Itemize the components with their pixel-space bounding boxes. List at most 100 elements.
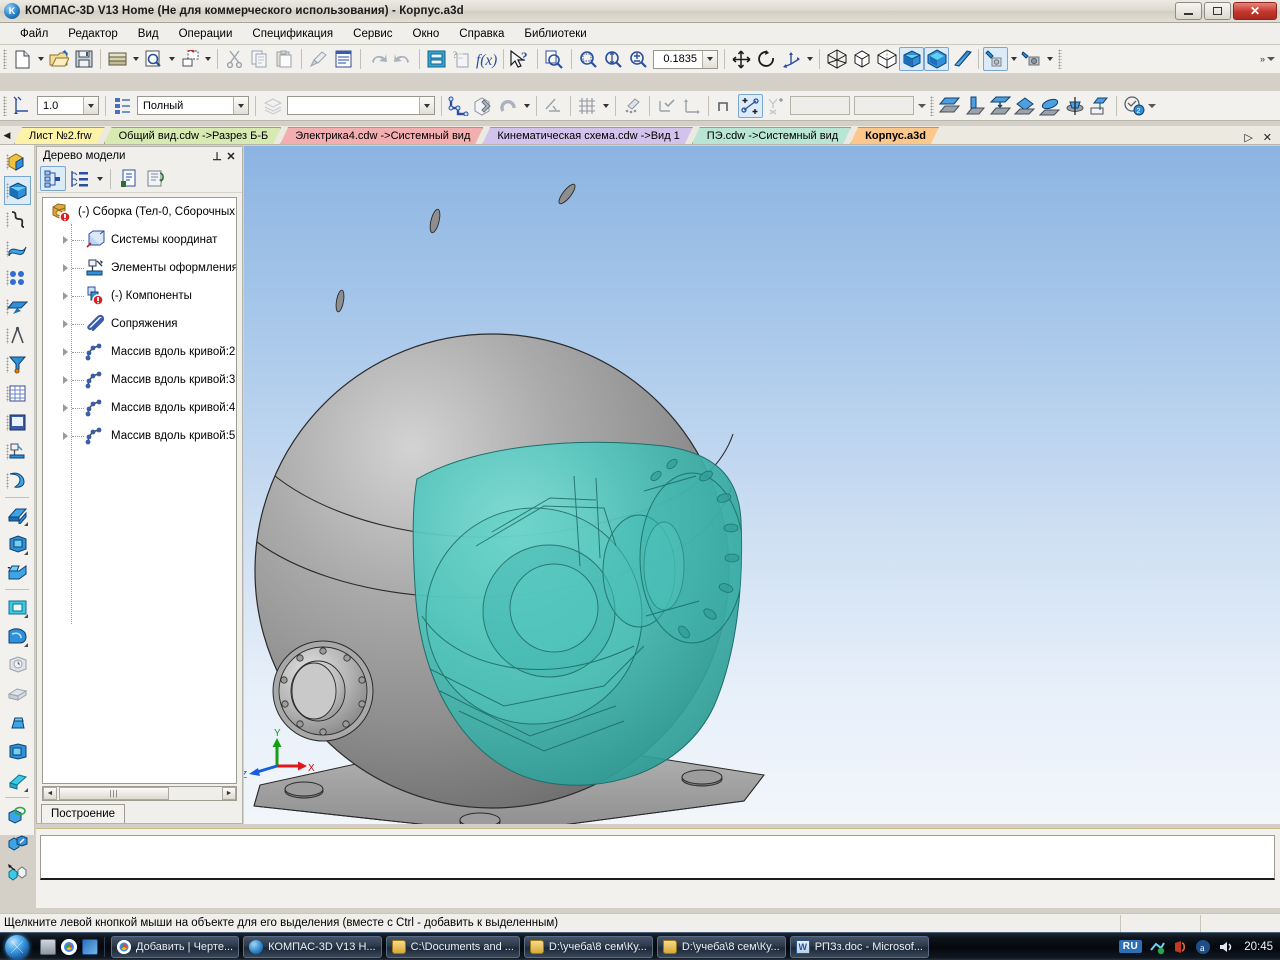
menu-help[interactable]: Справка (449, 26, 514, 42)
variables-button[interactable]: ? (449, 47, 474, 71)
save-document-button[interactable] (71, 47, 96, 71)
filters-button[interactable] (4, 350, 31, 379)
geometry-spin[interactable] (1146, 94, 1157, 118)
print-preview-dropdown[interactable] (166, 47, 177, 71)
points-button[interactable] (4, 263, 31, 292)
toolbar-spin-down[interactable] (1265, 47, 1276, 71)
parallel-button[interactable] (541, 94, 566, 118)
send-document-dropdown[interactable] (202, 47, 213, 71)
axis-revolution-button[interactable] (1062, 94, 1087, 118)
wireframe-button[interactable] (824, 47, 849, 71)
send-document-button[interactable] (177, 47, 202, 71)
tab-close-button[interactable]: ✕ (1263, 131, 1272, 144)
layers-button[interactable] (110, 94, 135, 118)
maximize-button[interactable] (1204, 2, 1231, 20)
thin-wall-button[interactable] (4, 737, 31, 766)
current-state-spin[interactable] (916, 94, 927, 118)
tree-structure-button[interactable] (40, 166, 66, 191)
model-tree-list[interactable]: (-) Сборка (Тел-0, Сборочных Системы коо… (42, 197, 237, 784)
media-player-icon[interactable] (82, 938, 98, 955)
close-icon[interactable]: ✕ (224, 150, 238, 163)
pan-button[interactable] (729, 47, 754, 71)
style-combo[interactable] (287, 96, 435, 115)
start-button[interactable] (2, 934, 32, 960)
menu-file[interactable]: Файл (10, 26, 58, 42)
report-button[interactable] (4, 408, 31, 437)
tab-scroll-prev[interactable]: ◀ (0, 127, 14, 144)
hidden-lines-button[interactable] (874, 47, 899, 71)
extra-field-1[interactable] (790, 96, 850, 115)
detail-level-combo[interactable]: Полный (137, 96, 249, 115)
menu-operations[interactable]: Операции (169, 26, 243, 42)
grid-dropdown[interactable] (600, 94, 611, 118)
apply-button[interactable] (654, 94, 679, 118)
rib-button[interactable] (4, 679, 31, 708)
open-document-button[interactable] (46, 47, 71, 71)
loft-button[interactable] (4, 558, 31, 587)
mirror-button[interactable] (4, 800, 31, 829)
auxiliary-geometry-button[interactable] (4, 292, 31, 321)
local-coordinate-system-button[interactable]: 2 (1121, 94, 1146, 118)
zoom-scale-button[interactable] (601, 47, 626, 71)
revolve-button[interactable] (4, 529, 31, 558)
zoom-to-fit-button[interactable] (542, 47, 567, 71)
zoom-window-button[interactable] (576, 47, 601, 71)
spatial-curves-button[interactable] (4, 205, 31, 234)
edit-part-button[interactable] (4, 147, 31, 176)
measurements-button[interactable] (4, 321, 31, 350)
tree-node-assembly[interactable]: (-) Сборка (Тел-0, Сборочных (43, 198, 236, 226)
lighting-dropdown[interactable] (1008, 47, 1019, 71)
print-preview-button[interactable] (141, 47, 166, 71)
step-value-combo[interactable]: 1.0 (37, 96, 99, 115)
rotate-button[interactable] (754, 47, 779, 71)
context-help-button[interactable]: ? (508, 47, 533, 71)
layers-stack-button[interactable] (260, 94, 285, 118)
adobe-icon[interactable]: a (1195, 939, 1211, 955)
show-desktop-icon[interactable] (40, 938, 56, 955)
pattern-button[interactable] (4, 829, 31, 858)
tree-relations-button[interactable] (143, 166, 169, 191)
zoom-scale-combo[interactable]: 0.1835 (653, 49, 718, 69)
network-icon[interactable] (1149, 939, 1166, 955)
menu-specification[interactable]: Спецификация (242, 26, 343, 42)
grid-button[interactable] (575, 94, 600, 118)
axis-edge-button[interactable] (1037, 94, 1062, 118)
pin-icon[interactable]: ⊥ (210, 150, 224, 163)
menu-editor[interactable]: Редактор (58, 26, 128, 42)
volume-icon[interactable] (1218, 939, 1234, 955)
new-document-button[interactable] (10, 47, 35, 71)
close-button[interactable]: ✕ (1233, 2, 1277, 20)
tree-display-dropdown[interactable] (94, 167, 105, 191)
scroll-thumb[interactable]: ||| (59, 787, 169, 800)
cut-button[interactable] (222, 47, 247, 71)
extrude-button[interactable] (4, 500, 31, 529)
lighting-button[interactable] (983, 47, 1008, 71)
orientation-dropdown[interactable] (804, 47, 815, 71)
model-3d-viewport[interactable]: Y X Z (244, 146, 1280, 824)
draft-button[interactable] (4, 708, 31, 737)
snap-dropdown[interactable] (521, 94, 532, 118)
surfaces-button[interactable] (4, 234, 31, 263)
snap-button[interactable] (496, 94, 521, 118)
orientation-button[interactable] (779, 47, 804, 71)
scroll-right-button[interactable]: ► (222, 787, 236, 800)
current-state-grip[interactable] (3, 95, 7, 116)
axis-two-planes-button[interactable] (1087, 94, 1112, 118)
print-button[interactable] (105, 47, 130, 71)
taskbar-item-documents-folder[interactable]: C:\Documents and ... (385, 935, 520, 958)
redo-button[interactable] (390, 47, 415, 71)
design-elements-button[interactable] (4, 437, 31, 466)
expression-button[interactable]: f(x) (474, 47, 499, 71)
taskbar-item-chrome[interactable]: Добавить | Черте... (111, 935, 240, 958)
step-value-dropdown[interactable] (83, 97, 98, 114)
taskbar-item-kompas[interactable]: КОМПАС-3D V13 H... (243, 935, 382, 958)
zoom-scale-dropdown[interactable] (702, 50, 717, 68)
taskbar-clock[interactable]: 20:45 (1241, 941, 1273, 953)
hidden-lines-thin-button[interactable] (849, 47, 874, 71)
menu-window[interactable]: Окно (403, 26, 450, 42)
toolbar-grip-end[interactable] (1058, 49, 1062, 69)
ortho-button[interactable] (763, 94, 788, 118)
menu-view[interactable]: Вид (128, 26, 169, 42)
zoom-in-out-button[interactable] (626, 47, 651, 71)
menu-service[interactable]: Сервис (343, 26, 402, 42)
